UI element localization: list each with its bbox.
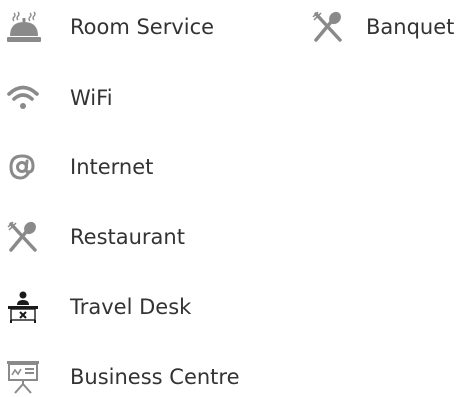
fork-spoon-icon — [311, 7, 355, 47]
amenity-label-restaurant: Restaurant — [70, 225, 185, 249]
amenity-internet: Internet — [6, 147, 153, 187]
fork-spoon-icon — [6, 217, 50, 257]
amenity-room-service: Room Service — [6, 7, 214, 47]
amenities-list: Room Service Banquet WiFi Internet Resta… — [0, 0, 461, 397]
amenity-label-room-service: Room Service — [70, 15, 215, 39]
room-service-bell-icon — [6, 7, 50, 47]
amenity-business-centre: Business Centre — [6, 357, 240, 397]
amenity-label-internet: Internet — [70, 155, 154, 179]
amenity-travel-desk: Travel Desk — [6, 287, 191, 327]
amenity-banquet: Banquet — [311, 7, 454, 47]
at-sign-icon — [6, 147, 50, 187]
amenity-wifi: WiFi — [6, 78, 113, 118]
amenity-label-banquet: Banquet — [366, 15, 455, 39]
travel-desk-icon — [6, 287, 50, 327]
amenity-label-wifi: WiFi — [70, 86, 113, 110]
amenity-label-business-centre: Business Centre — [70, 365, 240, 389]
presentation-board-icon — [6, 357, 50, 397]
amenity-label-travel-desk: Travel Desk — [70, 295, 192, 319]
amenity-restaurant: Restaurant — [6, 217, 185, 257]
wifi-icon — [6, 78, 50, 118]
